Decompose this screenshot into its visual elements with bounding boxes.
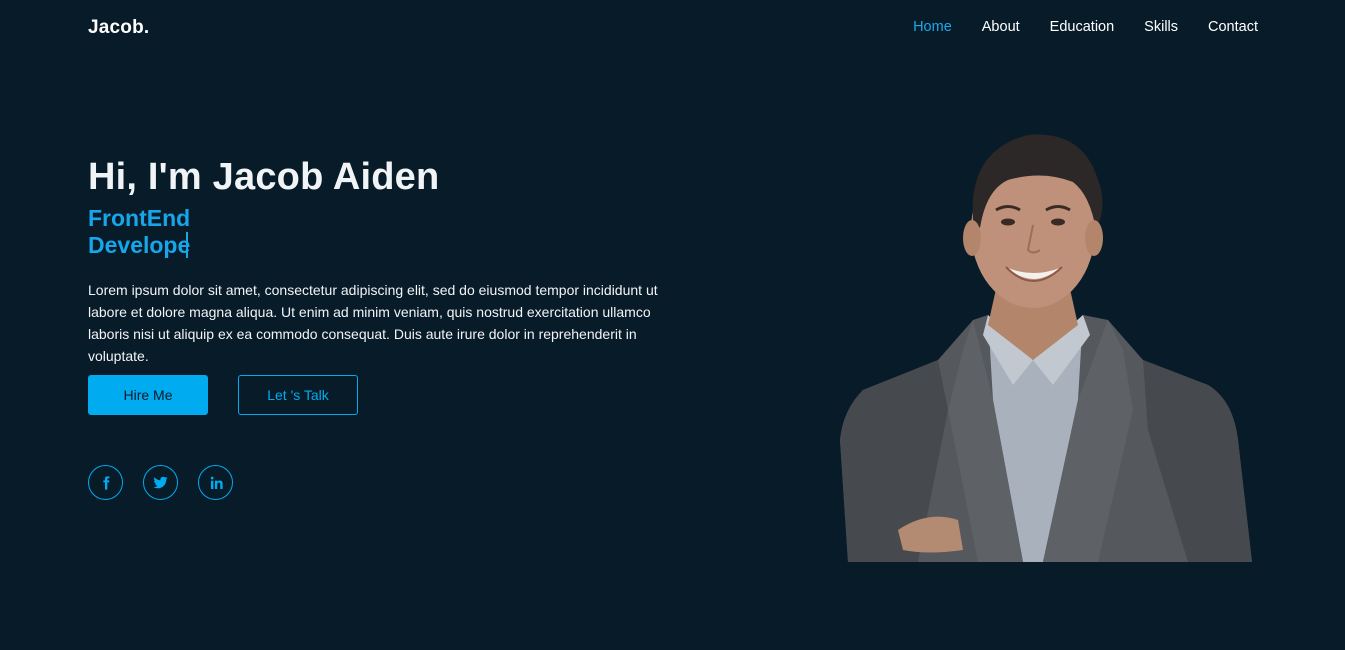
typing-caret — [186, 232, 189, 258]
social-links — [88, 465, 253, 500]
hero-subtitle: FrontEnd Develope — [88, 205, 191, 258]
hire-me-button[interactable]: Hire Me — [88, 375, 208, 415]
facebook-link[interactable] — [88, 465, 123, 500]
lets-talk-button[interactable]: Let 's Talk — [238, 375, 358, 415]
main-nav: Home About Education Skills Contact — [883, 19, 1258, 35]
twitter-icon — [153, 476, 168, 489]
twitter-link[interactable] — [143, 465, 178, 500]
site-header: Jacob. Home About Education Skills Conta… — [0, 0, 1345, 56]
hero-title: Hi, I'm Jacob Aiden — [88, 156, 440, 198]
profile-photo — [840, 134, 1252, 562]
linkedin-icon — [210, 476, 223, 489]
hero-subtitle-wrap: FrontEnd Develope — [88, 205, 297, 258]
nav-link-contact[interactable]: Contact — [1208, 19, 1258, 35]
facebook-icon — [102, 475, 109, 490]
site-logo[interactable]: Jacob. — [88, 17, 149, 39]
hero-intro: Hi, I'm Jacob Aiden FrontEnd Develope Lo… — [88, 156, 668, 381]
nav-link-education[interactable]: Education — [1050, 19, 1115, 35]
nav-link-home[interactable]: Home — [913, 19, 952, 35]
nav-link-about[interactable]: About — [982, 19, 1020, 35]
hero-description: Lorem ipsum dolor sit amet, consectetur … — [88, 282, 658, 364]
linkedin-link[interactable] — [198, 465, 233, 500]
hero-actions: Hire Me Let 's Talk — [88, 375, 358, 415]
nav-link-skills[interactable]: Skills — [1144, 19, 1178, 35]
